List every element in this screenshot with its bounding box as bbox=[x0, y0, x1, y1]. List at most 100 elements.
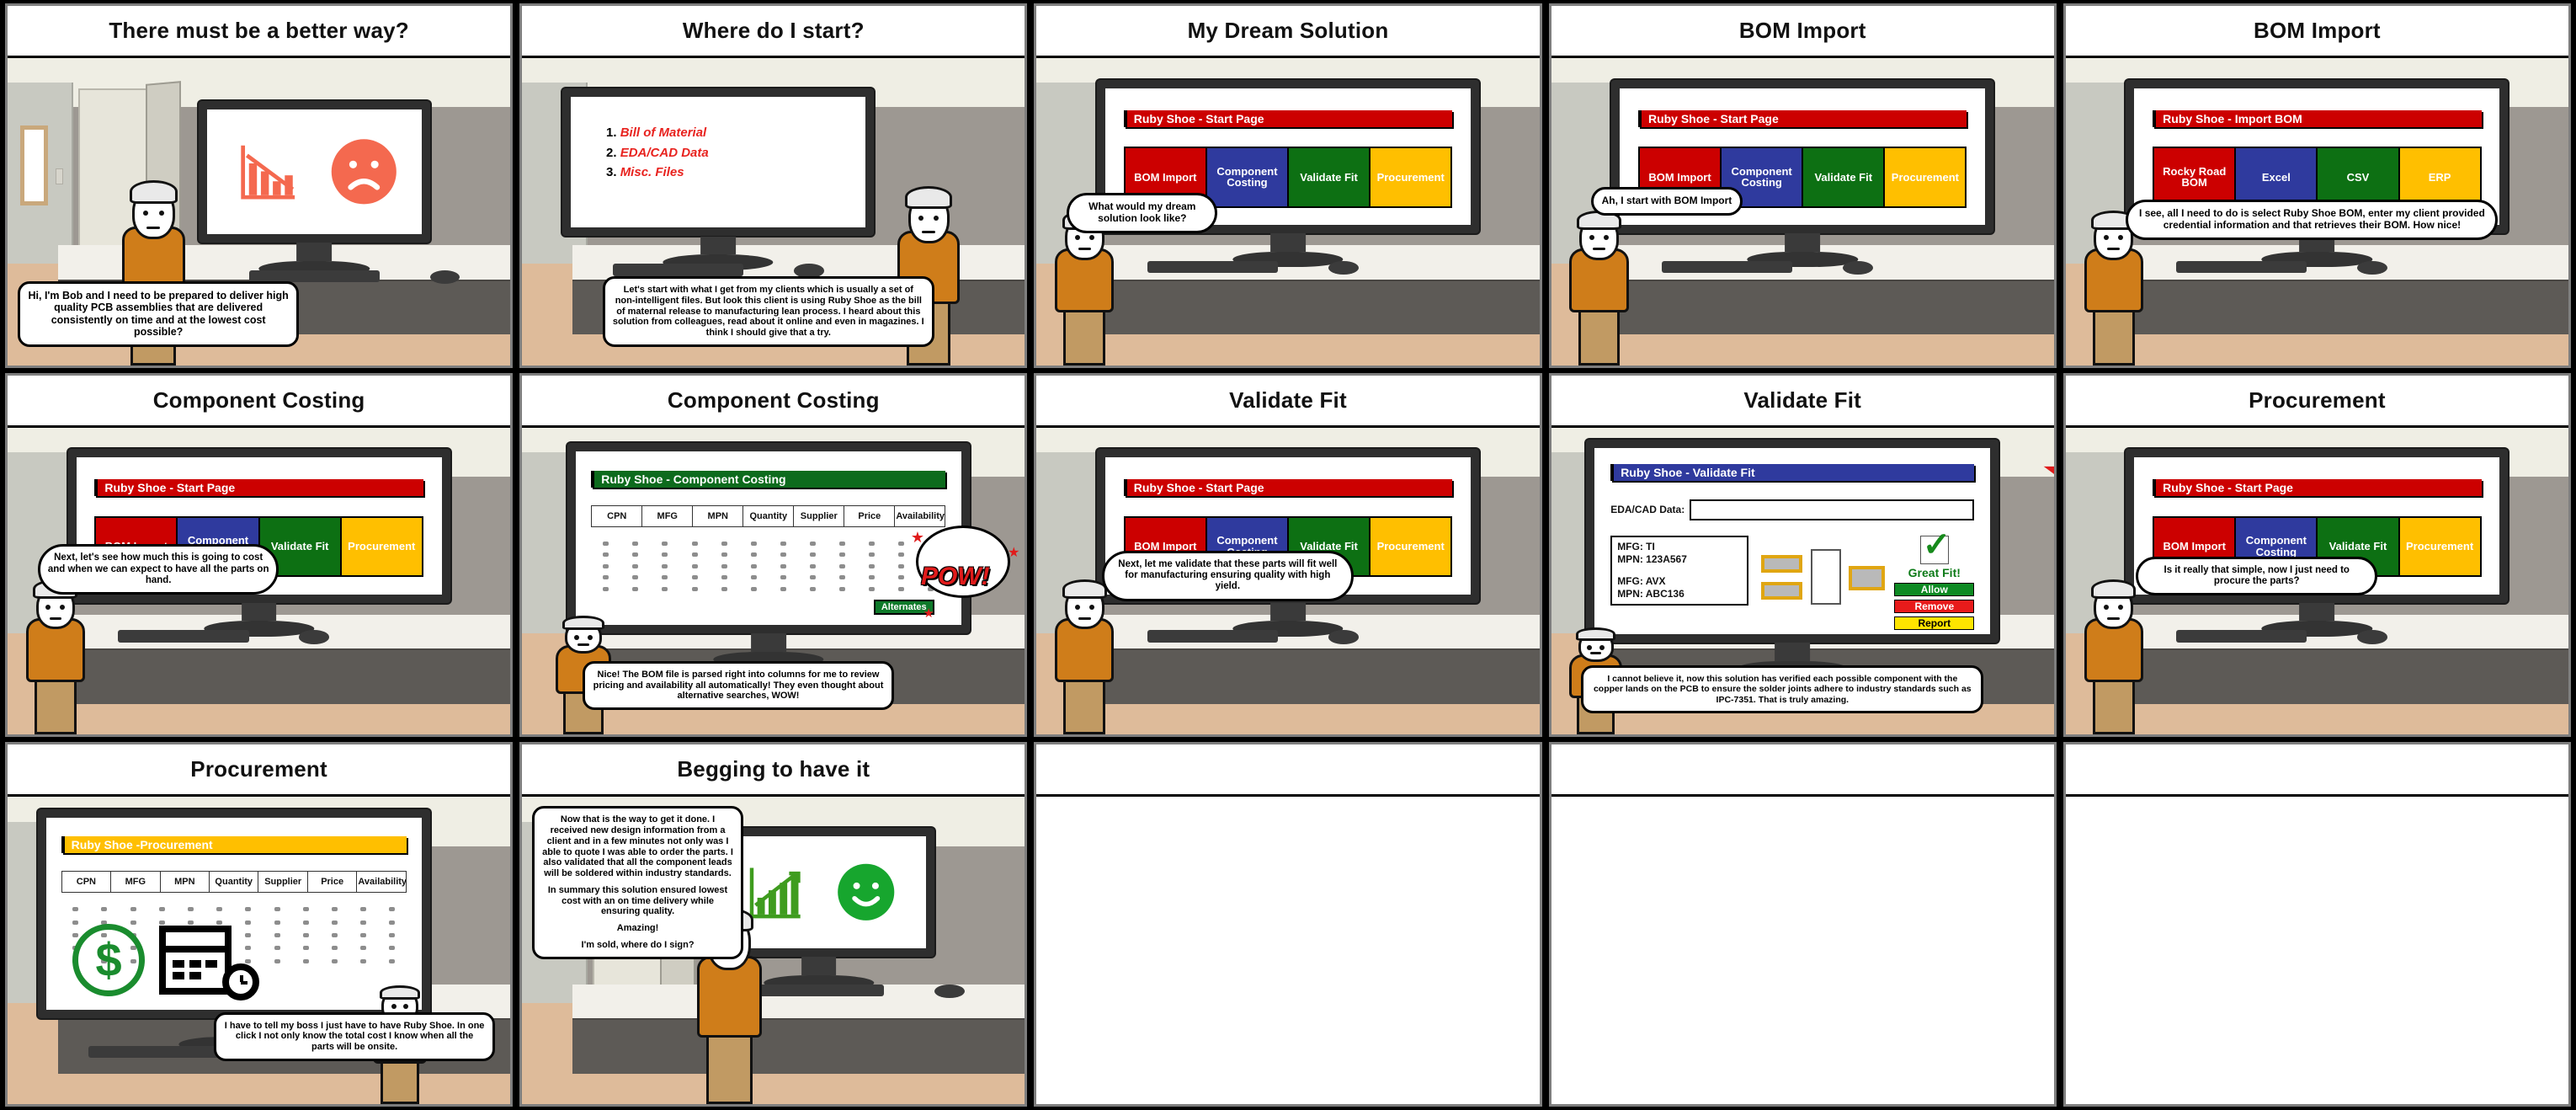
validation-checkbox[interactable]: ✓ bbox=[1919, 528, 1951, 564]
character-eye-left bbox=[1074, 604, 1080, 610]
placeholder-dot bbox=[632, 586, 639, 591]
bubble-line: I have to tell my boss I just have to ha… bbox=[224, 1020, 485, 1053]
app-tab-label: Component Costing bbox=[1216, 164, 1278, 189]
placeholder-dot bbox=[780, 575, 786, 580]
input-file-list: 1. Bill of Material 2. EDA/CAD Data 3. M… bbox=[606, 123, 709, 182]
panel-title-bar bbox=[2065, 744, 2569, 798]
placeholder-dot bbox=[331, 946, 338, 951]
app-tab[interactable]: Rocky Road BOM bbox=[2154, 147, 2237, 206]
placeholder-dot bbox=[216, 920, 223, 925]
monitor-screen: 1. Bill of Material 2. EDA/CAD Data 3. M… bbox=[570, 97, 866, 228]
desk-front bbox=[2116, 279, 2569, 335]
character-bob bbox=[23, 575, 88, 735]
placeholder-dot bbox=[691, 541, 698, 546]
part-text: MFG: AVX bbox=[1617, 574, 1666, 587]
app-tab[interactable]: Procurement bbox=[1370, 517, 1451, 576]
placeholder-dot bbox=[72, 933, 79, 937]
app-tab[interactable]: Excel bbox=[2236, 147, 2318, 206]
table-column-header: Quantity bbox=[743, 505, 795, 526]
eda-cad-input[interactable] bbox=[1690, 499, 1975, 521]
app-tab[interactable]: Component Costing bbox=[1206, 147, 1289, 206]
keyboard-icon bbox=[1147, 260, 1279, 274]
app-tab[interactable]: Procurement bbox=[341, 517, 422, 576]
app-header-label: Ruby Shoe - Validate Fit bbox=[1621, 466, 1755, 480]
placeholder-dot bbox=[331, 958, 338, 963]
panel-title-bar bbox=[1551, 744, 2054, 798]
keyboard-icon bbox=[753, 984, 885, 997]
keyboard-icon bbox=[2176, 260, 2307, 274]
placeholder-dot bbox=[603, 586, 609, 591]
placeholder-dot bbox=[721, 575, 727, 580]
panel-title: Validate Fit bbox=[1229, 387, 1347, 413]
placeholder-dot bbox=[603, 552, 609, 558]
placeholder-dot bbox=[780, 552, 786, 558]
character-eye-right bbox=[1603, 235, 1609, 241]
character-hair bbox=[905, 186, 952, 209]
character-eye-right bbox=[158, 210, 164, 216]
column-label: Price bbox=[321, 876, 344, 887]
character-eye-left bbox=[391, 1004, 397, 1010]
column-label: Availability bbox=[358, 876, 406, 887]
desk-front bbox=[1601, 279, 2054, 335]
panel-title: Validate Fit bbox=[1743, 387, 1862, 413]
app-tab[interactable]: Procurement bbox=[2399, 517, 2480, 576]
speech-bubble: Hi, I'm Bob and I need to be prepared to… bbox=[17, 280, 300, 347]
placeholder-dot bbox=[750, 552, 757, 558]
clock-hand-minute bbox=[240, 980, 247, 985]
placeholder-dot bbox=[632, 563, 639, 568]
app-tab[interactable]: Procurement bbox=[1885, 147, 1966, 206]
column-label: CPN bbox=[607, 510, 627, 521]
file-list-label: EDA/CAD Data bbox=[620, 145, 709, 160]
app-header-label: Ruby Shoe - Start Page bbox=[1647, 111, 1779, 125]
app-tab[interactable]: ERP bbox=[2399, 147, 2480, 206]
panel-scene: Ruby Shoe - Start Page BOM Import Compon… bbox=[2065, 427, 2569, 735]
placeholder-dot bbox=[632, 552, 639, 558]
panel-scene bbox=[1551, 797, 2054, 1105]
mouse-icon bbox=[1328, 630, 1359, 644]
mouse-icon bbox=[299, 630, 330, 644]
bubble-text: I cannot believe it, now this solution h… bbox=[1591, 674, 1973, 705]
column-label: Quantity bbox=[215, 876, 253, 887]
app-tab[interactable]: Procurement bbox=[1370, 147, 1451, 206]
character-eye-right bbox=[2118, 604, 2124, 610]
placeholder-dot bbox=[632, 541, 639, 546]
app-header-bar: Ruby Shoe -Procurement bbox=[61, 836, 407, 854]
pow-label-text: POW! bbox=[920, 563, 990, 591]
character-eye-right bbox=[403, 1004, 409, 1010]
verdict-label: Great Fit! bbox=[1908, 565, 1961, 579]
storyboard-cell-empty bbox=[1548, 742, 2057, 1107]
validate-fit-app: Ruby Shoe - Validate Fit EDA/CAD Data: M… bbox=[1594, 448, 1990, 634]
action-button-label: Report bbox=[1918, 616, 1951, 629]
character-eye-left bbox=[574, 634, 580, 640]
monitor-screen: Ruby Shoe - Validate Fit EDA/CAD Data: M… bbox=[1594, 448, 1991, 634]
keyboard-icon bbox=[1147, 630, 1279, 643]
panel-scene: Hi, I'm Bob and I need to be prepared to… bbox=[8, 58, 511, 366]
app-tab[interactable]: Validate Fit bbox=[1289, 147, 1371, 206]
calendar-body bbox=[158, 946, 232, 995]
placeholder-dot bbox=[750, 563, 757, 568]
app-header-bar: Ruby Shoe - Component Costing bbox=[591, 470, 946, 488]
panel-scene: Now that is the way to get it done. I re… bbox=[522, 797, 1025, 1105]
monitor-stand bbox=[750, 633, 786, 652]
placeholder-dot bbox=[187, 907, 194, 912]
check-icon: ✓ bbox=[1922, 526, 1951, 563]
part-line bbox=[1617, 566, 1742, 575]
app-tab-label: ERP bbox=[2428, 170, 2451, 184]
app-header-label: Ruby Shoe - Start Page bbox=[104, 481, 236, 495]
panel-title-bar: Procurement bbox=[8, 744, 511, 798]
clock-icon bbox=[222, 963, 260, 1001]
app-tab-label: BOM Import bbox=[1648, 170, 1711, 184]
mouse-icon bbox=[429, 269, 460, 285]
panel-title-bar: Component Costing bbox=[522, 375, 1025, 428]
character-bob bbox=[2081, 575, 2147, 735]
column-label: Supplier bbox=[264, 876, 302, 887]
panel-title-bar: Validate Fit bbox=[1551, 375, 2054, 428]
app-tab[interactable]: Validate Fit bbox=[1803, 147, 1886, 206]
dollar-icon: $ bbox=[72, 923, 146, 996]
action-button[interactable]: Allow bbox=[1894, 582, 1975, 596]
action-button[interactable]: Report bbox=[1894, 616, 1975, 630]
storyboard-cell: Where do I start? 1. Bill of Material 2.… bbox=[519, 3, 1028, 368]
placeholder-dot bbox=[245, 958, 252, 963]
app-tab[interactable]: CSV bbox=[2318, 147, 2400, 206]
action-button[interactable]: Remove bbox=[1894, 599, 1975, 613]
